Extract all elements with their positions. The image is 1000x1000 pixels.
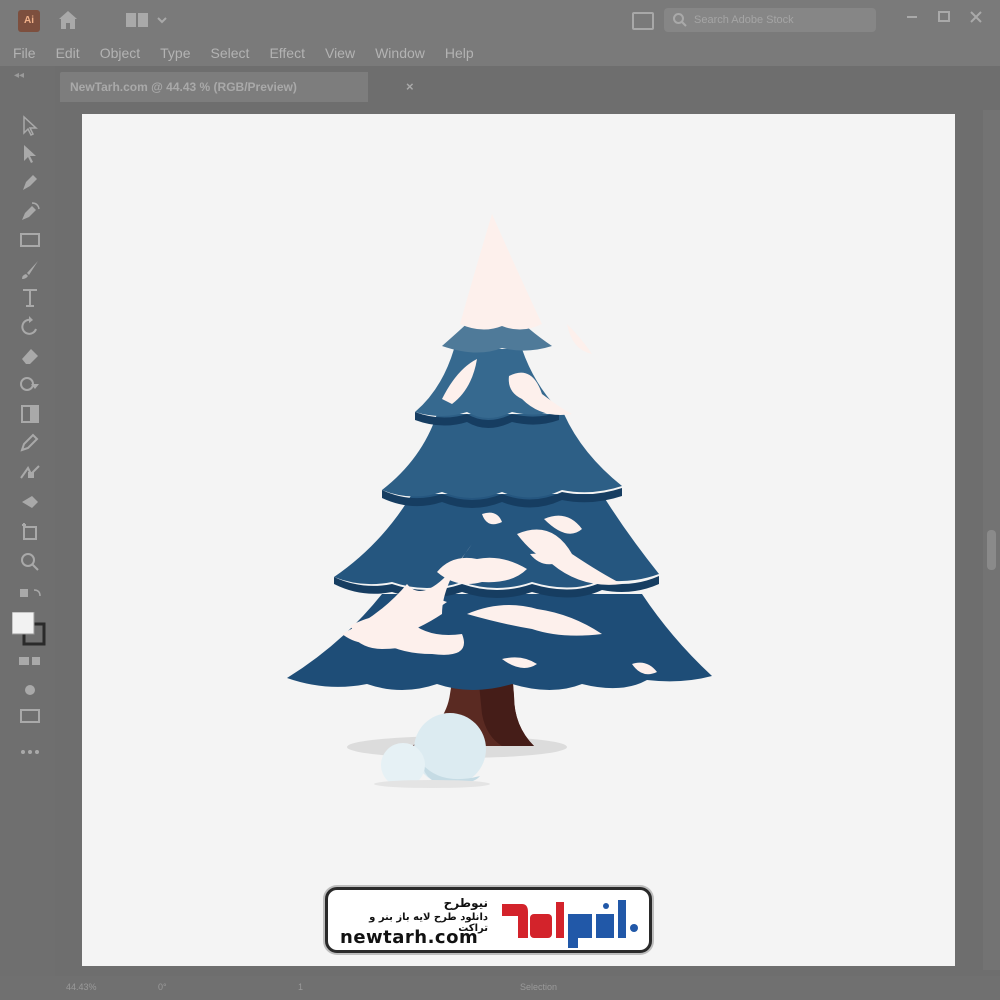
zoom-level[interactable]: 44.43% [66, 982, 97, 992]
curvature-tool-icon[interactable] [18, 200, 42, 224]
pen-tool-icon[interactable] [18, 170, 42, 194]
artboard-number[interactable]: 1 [298, 982, 303, 992]
menu-type[interactable]: Type [160, 45, 190, 61]
shape-builder-tool-icon[interactable] [18, 372, 42, 396]
menu-bar: File Edit Object Type Select Effect View… [0, 40, 1000, 66]
title-bar: Ai Search Adobe Stock [0, 0, 1000, 40]
screen-mode-icon[interactable] [18, 704, 42, 728]
restore-icon[interactable] [932, 6, 956, 28]
document-tab-title: NewTarh.com @ 44.43 % (RGB/Preview) [70, 80, 297, 94]
document-tab[interactable]: NewTarh.com @ 44.43 % (RGB/Preview) × [60, 72, 414, 102]
minimize-icon[interactable] [900, 6, 924, 28]
blend-tool-icon[interactable] [18, 460, 42, 484]
type-tool-icon[interactable] [18, 286, 42, 310]
newtarh-logo [494, 894, 644, 950]
search-input[interactable]: Search Adobe Stock [664, 8, 876, 32]
symbol-sprayer-tool-icon[interactable] [18, 490, 42, 514]
menu-object[interactable]: Object [100, 45, 140, 61]
search-placeholder: Search Adobe Stock [694, 14, 794, 26]
status-mode: Selection [520, 982, 558, 992]
artboard-tool-icon[interactable] [18, 520, 42, 544]
fill-stroke-icon[interactable] [11, 611, 46, 646]
selection-tool-icon[interactable] [18, 114, 42, 138]
eraser-tool-icon[interactable] [18, 344, 42, 368]
swap-colors-icon[interactable] [18, 586, 42, 610]
paintbrush-tool-icon[interactable] [18, 258, 42, 282]
menu-window[interactable]: Window [375, 45, 425, 61]
rotation-value[interactable]: 0° [158, 982, 167, 992]
direct-selection-tool-icon[interactable] [18, 142, 42, 166]
scroll-thumb[interactable] [987, 530, 996, 570]
menu-file[interactable]: File [13, 45, 36, 61]
close-tab-icon[interactable]: × [406, 72, 414, 102]
color-mode-icon[interactable] [18, 650, 42, 674]
app-logo: Ai [18, 10, 40, 32]
home-icon[interactable] [56, 8, 80, 32]
zoom-tool-icon[interactable] [18, 550, 42, 574]
collapse-panel-icon[interactable]: ◂◂ [14, 70, 24, 81]
watermark-badge: نیوطرح دانلود طرح لایه باز بنر و تراکت n… [325, 887, 652, 953]
menu-help[interactable]: Help [445, 45, 474, 61]
more-tools-icon[interactable] [18, 740, 42, 764]
artboard[interactable] [82, 114, 955, 966]
menu-effect[interactable]: Effect [269, 45, 305, 61]
menu-edit[interactable]: Edit [56, 45, 80, 61]
vertical-scrollbar[interactable] [983, 110, 1000, 970]
workspace-switcher-icon[interactable] [124, 10, 172, 30]
eyedropper-tool-icon[interactable] [18, 430, 42, 454]
close-window-icon[interactable] [964, 6, 988, 28]
watermark-domain: newtarh.com [340, 927, 479, 948]
rotate-tool-icon[interactable] [18, 314, 42, 338]
watermark-title: نیوطرح [443, 896, 488, 910]
rectangle-tool-icon[interactable] [18, 228, 42, 252]
menu-select[interactable]: Select [211, 45, 250, 61]
panel-arrange-icon[interactable] [632, 12, 654, 30]
snowy-pine-tree-illustration [287, 214, 712, 788]
status-bar: 44.43% 0° 1 Selection [0, 976, 1000, 1000]
tools-panel: ◂◂ [0, 66, 55, 976]
gradient-tool-icon[interactable] [18, 402, 42, 426]
draw-mode-icon[interactable] [18, 678, 42, 702]
menu-view[interactable]: View [325, 45, 355, 61]
search-icon [672, 12, 688, 37]
